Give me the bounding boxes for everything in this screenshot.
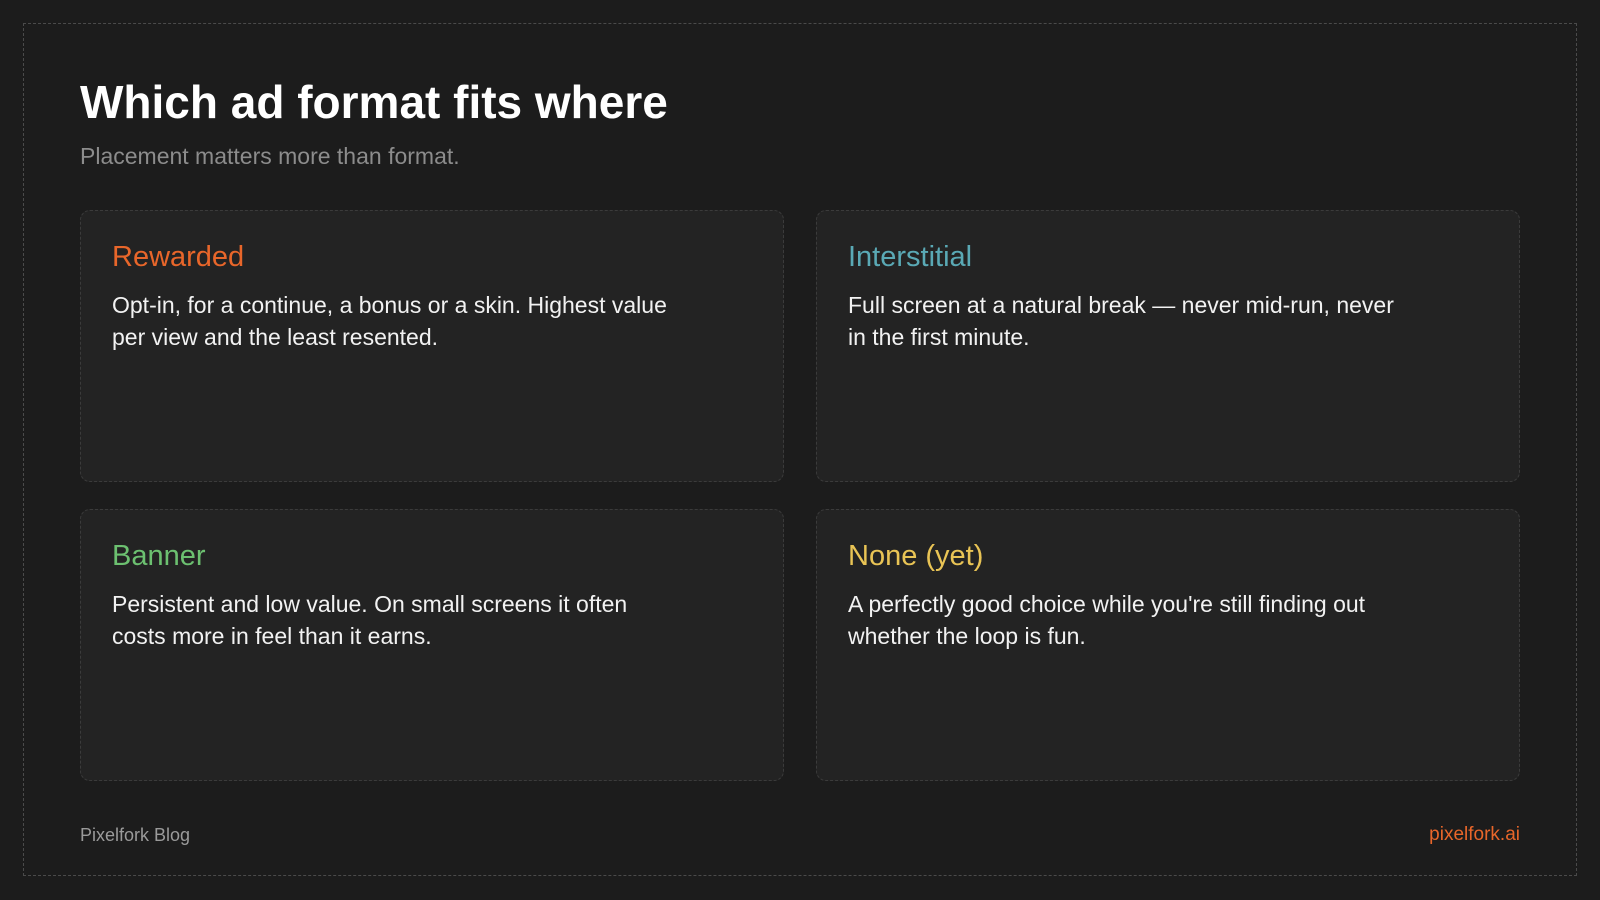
card-title-rewarded: Rewarded (112, 241, 245, 273)
card-title-interstitial: Interstitial (848, 241, 973, 273)
card-banner: Banner Persistent and low value. On smal… (80, 509, 784, 781)
page-subtitle: Placement matters more than format. (80, 143, 460, 169)
footer-url-link[interactable]: pixelfork.ai (1429, 823, 1520, 847)
card-title-banner: Banner (112, 540, 206, 572)
card-body-none-yet: A perfectly good choice while you're sti… (848, 591, 1366, 649)
card-none-yet: None (yet) A perfectly good choice while… (816, 509, 1520, 781)
footer-brand: Pixelfork Blog (80, 825, 191, 845)
card-title-none-yet: None (yet) (848, 540, 984, 572)
card-rewarded: Rewarded Opt-in, for a continue, a bonus… (80, 210, 784, 482)
card-interstitial: Interstitial Full screen at a natural br… (816, 210, 1520, 482)
card-body-interstitial: Full screen at a natural break — never m… (848, 292, 1394, 350)
card-body-banner: Persistent and low value. On small scree… (112, 591, 628, 649)
page-title: Which ad format fits where (80, 76, 668, 128)
card-body-rewarded: Opt-in, for a continue, a bonus or a ski… (112, 292, 667, 350)
